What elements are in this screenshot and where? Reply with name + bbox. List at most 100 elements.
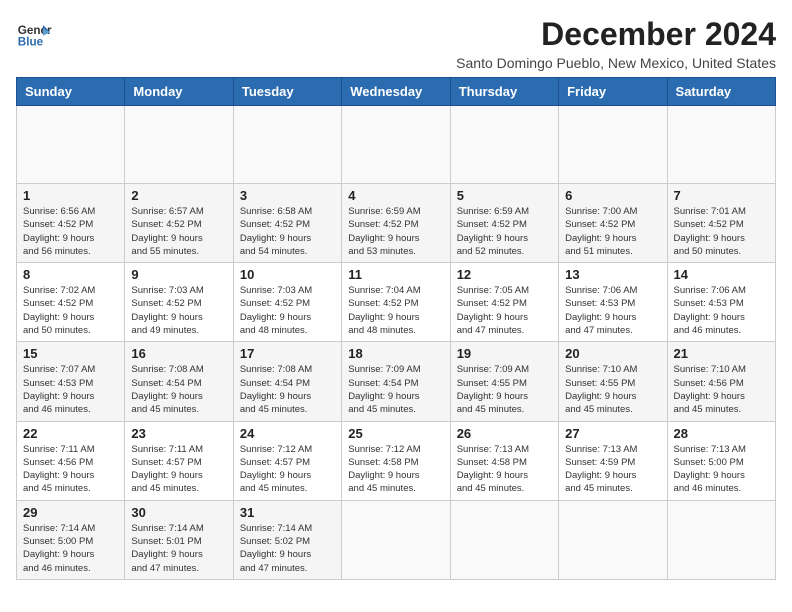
day-number: 27 — [565, 426, 660, 441]
day-number: 11 — [348, 267, 443, 282]
calendar-cell: 5 Sunrise: 6:59 AM Sunset: 4:52 PM Daylig… — [450, 184, 558, 263]
day-info: Sunrise: 7:14 AM Sunset: 5:01 PM Dayligh… — [131, 522, 226, 575]
day-number: 13 — [565, 267, 660, 282]
calendar-cell: 20 Sunrise: 7:10 AM Sunset: 4:55 PM Dayli… — [559, 342, 667, 421]
day-info: Sunrise: 7:10 AM Sunset: 4:56 PM Dayligh… — [674, 363, 769, 416]
calendar-cell: 8 Sunrise: 7:02 AM Sunset: 4:52 PM Daylig… — [17, 263, 125, 342]
day-info: Sunrise: 7:03 AM Sunset: 4:52 PM Dayligh… — [240, 284, 335, 337]
day-of-week-header: Tuesday — [233, 78, 341, 106]
day-info: Sunrise: 7:10 AM Sunset: 4:55 PM Dayligh… — [565, 363, 660, 416]
day-info: Sunrise: 7:00 AM Sunset: 4:52 PM Dayligh… — [565, 205, 660, 258]
calendar-cell: 16Sunrise: 7:08 AM Sunset: 4:54 PM Dayli… — [125, 342, 233, 421]
calendar-cell: 1 Sunrise: 6:56 AM Sunset: 4:52 PM Daylig… — [17, 184, 125, 263]
day-info: Sunrise: 7:02 AM Sunset: 4:52 PM Dayligh… — [23, 284, 118, 337]
calendar-cell: 22 Sunrise: 7:11 AM Sunset: 4:56 PM Dayli… — [17, 421, 125, 500]
day-number: 26 — [457, 426, 552, 441]
calendar-cell: 2Sunrise: 6:57 AM Sunset: 4:52 PM Daylig… — [125, 184, 233, 263]
calendar-table: SundayMondayTuesdayWednesdayThursdayFrid… — [16, 77, 776, 580]
calendar-cell — [559, 500, 667, 579]
calendar-cell — [233, 106, 341, 184]
calendar-cell — [17, 106, 125, 184]
calendar-cell: 21 Sunrise: 7:10 AM Sunset: 4:56 PM Dayli… — [667, 342, 775, 421]
day-number: 25 — [348, 426, 443, 441]
calendar-week-row: 1 Sunrise: 6:56 AM Sunset: 4:52 PM Daylig… — [17, 184, 776, 263]
calendar-cell: 18Sunrise: 7:09 AM Sunset: 4:54 PM Dayli… — [342, 342, 450, 421]
calendar-cell — [559, 106, 667, 184]
location-title: Santo Domingo Pueblo, New Mexico, United… — [456, 55, 776, 71]
calendar-cell — [450, 106, 558, 184]
day-number: 1 — [23, 188, 118, 203]
day-number: 23 — [131, 426, 226, 441]
day-info: Sunrise: 6:58 AM Sunset: 4:52 PM Dayligh… — [240, 205, 335, 258]
day-info: Sunrise: 7:06 AM Sunset: 4:53 PM Dayligh… — [674, 284, 769, 337]
day-of-week-header: Wednesday — [342, 78, 450, 106]
header: General Blue December 2024 Santo Domingo… — [16, 16, 776, 71]
day-number: 17 — [240, 346, 335, 361]
day-info: Sunrise: 7:13 AM Sunset: 4:59 PM Dayligh… — [565, 443, 660, 496]
calendar-cell: 12 Sunrise: 7:05 AM Sunset: 4:52 PM Dayli… — [450, 263, 558, 342]
day-number: 20 — [565, 346, 660, 361]
logo: General Blue — [16, 16, 52, 52]
calendar-cell: 26 Sunrise: 7:13 AM Sunset: 4:58 PM Dayli… — [450, 421, 558, 500]
day-info: Sunrise: 7:14 AM Sunset: 5:02 PM Dayligh… — [240, 522, 335, 575]
day-info: Sunrise: 6:56 AM Sunset: 4:52 PM Dayligh… — [23, 205, 118, 258]
calendar-cell: 28Sunrise: 7:13 AM Sunset: 5:00 PM Dayli… — [667, 421, 775, 500]
day-info: Sunrise: 7:12 AM Sunset: 4:58 PM Dayligh… — [348, 443, 443, 496]
calendar-cell: 24Sunrise: 7:12 AM Sunset: 4:57 PM Dayli… — [233, 421, 341, 500]
calendar-cell: 17Sunrise: 7:08 AM Sunset: 4:54 PM Dayli… — [233, 342, 341, 421]
calendar-cell — [450, 500, 558, 579]
day-info: Sunrise: 7:11 AM Sunset: 4:57 PM Dayligh… — [131, 443, 226, 496]
calendar-cell: 29Sunrise: 7:14 AM Sunset: 5:00 PM Dayli… — [17, 500, 125, 579]
day-number: 15 — [23, 346, 118, 361]
day-info: Sunrise: 7:07 AM Sunset: 4:53 PM Dayligh… — [23, 363, 118, 416]
days-of-week-row: SundayMondayTuesdayWednesdayThursdayFrid… — [17, 78, 776, 106]
calendar-cell: 30 Sunrise: 7:14 AM Sunset: 5:01 PM Dayli… — [125, 500, 233, 579]
day-info: Sunrise: 7:13 AM Sunset: 4:58 PM Dayligh… — [457, 443, 552, 496]
day-number: 30 — [131, 505, 226, 520]
day-number: 7 — [674, 188, 769, 203]
calendar-week-row — [17, 106, 776, 184]
calendar-cell — [342, 500, 450, 579]
calendar-week-row: 15 Sunrise: 7:07 AM Sunset: 4:53 PM Dayli… — [17, 342, 776, 421]
day-number: 24 — [240, 426, 335, 441]
calendar-cell: 14Sunrise: 7:06 AM Sunset: 4:53 PM Dayli… — [667, 263, 775, 342]
day-number: 8 — [23, 267, 118, 282]
calendar-cell: 7 Sunrise: 7:01 AM Sunset: 4:52 PM Daylig… — [667, 184, 775, 263]
calendar-cell: 23 Sunrise: 7:11 AM Sunset: 4:57 PM Dayli… — [125, 421, 233, 500]
day-info: Sunrise: 7:11 AM Sunset: 4:56 PM Dayligh… — [23, 443, 118, 496]
day-number: 22 — [23, 426, 118, 441]
calendar-cell: 10 Sunrise: 7:03 AM Sunset: 4:52 PM Dayli… — [233, 263, 341, 342]
calendar-week-row: 22 Sunrise: 7:11 AM Sunset: 4:56 PM Dayli… — [17, 421, 776, 500]
day-of-week-header: Sunday — [17, 78, 125, 106]
day-info: Sunrise: 6:59 AM Sunset: 4:52 PM Dayligh… — [457, 205, 552, 258]
day-number: 12 — [457, 267, 552, 282]
day-number: 4 — [348, 188, 443, 203]
day-number: 19 — [457, 346, 552, 361]
calendar-cell: 13 Sunrise: 7:06 AM Sunset: 4:53 PM Dayli… — [559, 263, 667, 342]
calendar-week-row: 29Sunrise: 7:14 AM Sunset: 5:00 PM Dayli… — [17, 500, 776, 579]
day-info: Sunrise: 7:14 AM Sunset: 5:00 PM Dayligh… — [23, 522, 118, 575]
day-number: 31 — [240, 505, 335, 520]
calendar-cell — [125, 106, 233, 184]
calendar-cell: 31 Sunrise: 7:14 AM Sunset: 5:02 PM Dayli… — [233, 500, 341, 579]
calendar-cell — [667, 500, 775, 579]
calendar-cell — [342, 106, 450, 184]
day-number: 5 — [457, 188, 552, 203]
calendar-cell: 11Sunrise: 7:04 AM Sunset: 4:52 PM Dayli… — [342, 263, 450, 342]
calendar-cell: 27 Sunrise: 7:13 AM Sunset: 4:59 PM Dayli… — [559, 421, 667, 500]
calendar-cell — [667, 106, 775, 184]
calendar-cell: 25 Sunrise: 7:12 AM Sunset: 4:58 PM Dayli… — [342, 421, 450, 500]
title-area: December 2024 Santo Domingo Pueblo, New … — [456, 16, 776, 71]
day-number: 9 — [131, 267, 226, 282]
day-number: 10 — [240, 267, 335, 282]
day-info: Sunrise: 7:01 AM Sunset: 4:52 PM Dayligh… — [674, 205, 769, 258]
day-info: Sunrise: 7:09 AM Sunset: 4:55 PM Dayligh… — [457, 363, 552, 416]
day-info: Sunrise: 7:06 AM Sunset: 4:53 PM Dayligh… — [565, 284, 660, 337]
day-info: Sunrise: 7:13 AM Sunset: 5:00 PM Dayligh… — [674, 443, 769, 496]
calendar-cell: 3 Sunrise: 6:58 AM Sunset: 4:52 PM Daylig… — [233, 184, 341, 263]
day-number: 21 — [674, 346, 769, 361]
day-info: Sunrise: 7:05 AM Sunset: 4:52 PM Dayligh… — [457, 284, 552, 337]
calendar-cell: 15 Sunrise: 7:07 AM Sunset: 4:53 PM Dayli… — [17, 342, 125, 421]
day-number: 3 — [240, 188, 335, 203]
calendar-cell: 6Sunrise: 7:00 AM Sunset: 4:52 PM Daylig… — [559, 184, 667, 263]
